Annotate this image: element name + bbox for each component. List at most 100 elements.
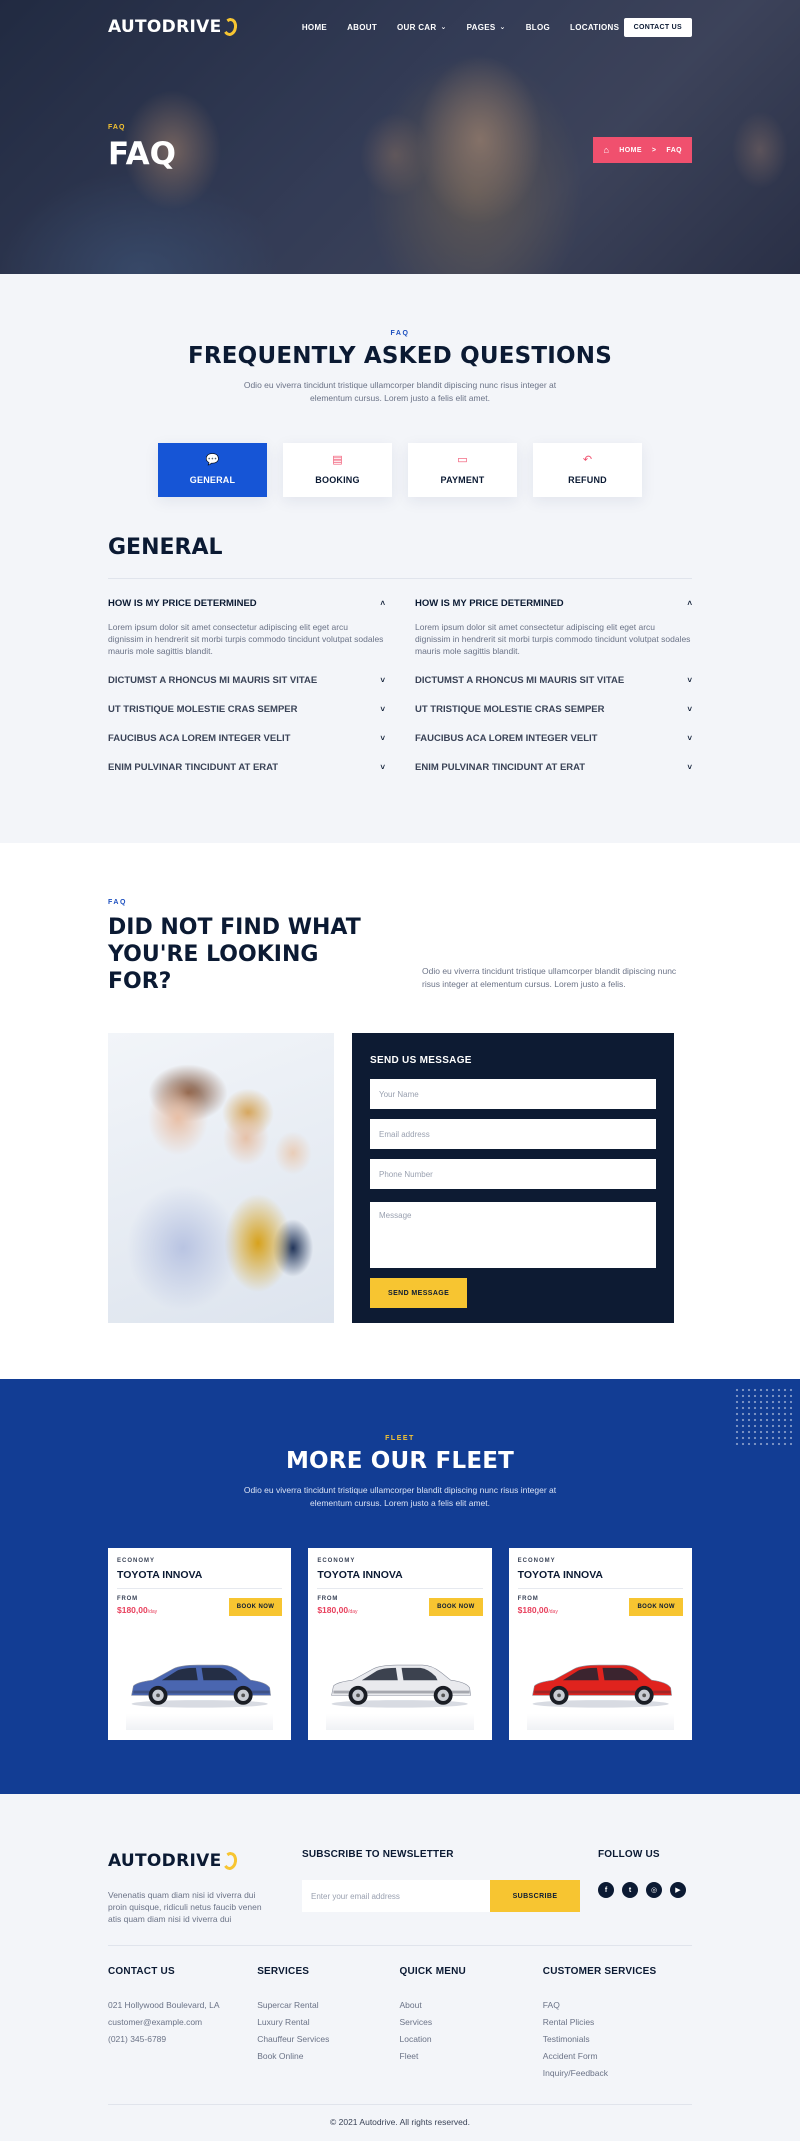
tab-payment[interactable]: ▭ PAYMENT	[408, 443, 517, 497]
message-field[interactable]	[370, 1202, 656, 1268]
footer-link[interactable]: Luxury Rental	[257, 2017, 309, 2027]
footer-column-quick-menu: QUICK MENU About Services Location Fleet	[400, 1966, 543, 2082]
nav-item-locations[interactable]: LOCATIONS	[570, 23, 619, 32]
faq-question[interactable]: FAUCIBUS ACA LOREM INTEGER VELIT ˅	[108, 732, 385, 744]
faq-question[interactable]: ENIM PULVINAR TINCIDUNT AT ERAT ˅	[108, 761, 385, 773]
book-now-button[interactable]: BOOK NOW	[228, 1598, 283, 1616]
subscribe-button[interactable]: SUBSCRIBE	[490, 1880, 580, 1912]
faq-question-text: HOW IS MY PRICE DETERMINED	[108, 597, 257, 609]
footer-link[interactable]: Supercar Rental	[257, 2000, 318, 2010]
contact-description: Odio eu viverra tincidunt tristique ulla…	[422, 966, 677, 989]
price-from-label: FROM	[117, 1596, 138, 1602]
footer-link-item: Testimonials	[543, 2031, 692, 2048]
footer-link-item: Services	[400, 2014, 543, 2031]
copyright: © 2021 Autodrive. All rights reserved.	[108, 2104, 692, 2141]
footer-link[interactable]: Book Online	[257, 2051, 303, 2061]
footer-link-item: FAQ	[543, 1997, 692, 2014]
breadcrumb: ⌂ HOME > FAQ	[593, 137, 692, 163]
tab-refund[interactable]: ↶ REFUND	[533, 443, 642, 497]
faq-question-open[interactable]: HOW IS MY PRICE DETERMINED ˄	[415, 597, 692, 609]
faq-column: HOW IS MY PRICE DETERMINED ˄ Lorem ipsum d…	[415, 597, 692, 773]
document-icon: ▤	[332, 454, 343, 466]
price-row: FROM $180,00/day BOOK NOW	[317, 1596, 483, 1616]
footer-link-item: Book Online	[257, 2048, 399, 2065]
footer-link[interactable]: Rental Plicies	[543, 2017, 595, 2027]
footer-link[interactable]: Location	[400, 2034, 432, 2044]
phone-field[interactable]	[370, 1159, 656, 1189]
car-price: $180,00/day	[317, 1605, 357, 1615]
faq-eyebrow: FAQ	[390, 330, 410, 337]
footer-link[interactable]: Testimonials	[543, 2034, 590, 2044]
car-reflection	[526, 1714, 674, 1730]
footer-link[interactable]: Services	[400, 2017, 433, 2027]
faq-question-text: FAUCIBUS ACA LOREM INTEGER VELIT	[415, 732, 598, 744]
tab-general[interactable]: 💬 GENERAL	[158, 443, 267, 497]
nav-item-about[interactable]: ABOUT	[347, 23, 377, 32]
faq-question[interactable]: DICTUMST A RHONCUS MI MAURIS SIT VITAE ˅	[415, 674, 692, 686]
footer-columns: CONTACT US 021 Hollywood Boulevard, LA cus…	[108, 1966, 692, 2082]
tab-booking[interactable]: ▤ BOOKING	[283, 443, 392, 497]
footer-link-item: Supercar Rental	[257, 1997, 399, 2014]
chevron-down-icon: ˅	[380, 704, 385, 714]
footer-link[interactable]: About	[400, 2000, 422, 2010]
nav-item-blog[interactable]: BLOG	[526, 23, 550, 32]
faq-question[interactable]: DICTUMST A RHONCUS MI MAURIS SIT VITAE ˅	[108, 674, 385, 686]
footer-link[interactable]: Chauffeur Services	[257, 2034, 329, 2044]
chevron-down-icon: ⌄	[440, 24, 447, 31]
breadcrumb-home-link[interactable]: HOME	[619, 147, 642, 154]
faq-column: HOW IS MY PRICE DETERMINED ˄ Lorem ipsum d…	[108, 597, 385, 773]
facebook-icon[interactable]: f	[598, 1882, 614, 1898]
book-now-button[interactable]: BOOK NOW	[429, 1598, 483, 1616]
hero-banner: AUTODRIVE HOME ABOUT OUR CAR ⌄ PAGES ⌄ BLOG LOC…	[0, 0, 800, 274]
price-from-label: FROM	[517, 1596, 539, 1602]
footer-logo[interactable]: AUTODRIVE	[108, 1850, 302, 1872]
footer-link[interactable]: Inquiry/Feedback	[543, 2068, 608, 2078]
footer-link[interactable]: FAQ	[543, 2000, 560, 2010]
contact-us-button[interactable]: CONTACT US	[623, 17, 692, 37]
faq-answer: Lorem ipsum dolor sit amet consectetur a…	[415, 622, 691, 656]
email-field[interactable]	[370, 1119, 656, 1149]
contact-section: FAQ DID NOT FIND WHAT YOU'RE LOOKING FOR…	[0, 843, 800, 1379]
book-now-button[interactable]: BOOK NOW	[629, 1598, 683, 1616]
price-value: $180,00	[117, 1605, 148, 1615]
footer-column-title: SERVICES	[257, 1966, 310, 1977]
nav-item-home[interactable]: HOME	[302, 23, 327, 32]
footer-brand-name: AUTODRIVE	[108, 1851, 222, 1871]
chevron-down-icon: ˅	[687, 704, 692, 714]
price-value: $180,00	[517, 1605, 549, 1615]
footer-link[interactable]: Fleet	[400, 2051, 419, 2061]
youtube-icon[interactable]: ▶	[670, 1882, 686, 1898]
fleet-description: Odio eu viverra tincidunt tristique ulla…	[243, 1485, 557, 1508]
faq-question-open[interactable]: HOW IS MY PRICE DETERMINED ˄	[108, 597, 385, 609]
name-field[interactable]	[370, 1079, 656, 1109]
car-reflection	[126, 1714, 274, 1730]
car-name: TOYOTA INNOVA	[517, 1569, 683, 1589]
footer-column-title: QUICK MENU	[399, 1966, 466, 1977]
nav-item-our-car[interactable]: OUR CAR ⌄	[397, 23, 447, 32]
faq-question[interactable]: ENIM PULVINAR TINCIDUNT AT ERAT ˅	[415, 761, 692, 773]
footer-link[interactable]: (021) 345-6789	[108, 2034, 166, 2044]
logo-arc-icon	[222, 16, 239, 38]
faq-question-text: ENIM PULVINAR TINCIDUNT AT ERAT	[108, 761, 279, 773]
instagram-icon[interactable]: ◎	[646, 1882, 662, 1898]
main-menu: HOME ABOUT OUR CAR ⌄ PAGES ⌄ BLOG LOCATIONS	[302, 23, 619, 32]
footer-link-item: Location	[400, 2031, 543, 2048]
chevron-down-icon: ⌄	[499, 24, 506, 31]
fleet-card: ECONOMY TOYOTA INNOVA FROM $180,00/day BOOK …	[108, 1548, 292, 1740]
faq-question[interactable]: UT TRISTIQUE MOLESTIE CRAS SEMPER ˅	[415, 703, 692, 715]
card-icon: ▭	[457, 454, 468, 466]
nav-item-pages[interactable]: PAGES ⌄	[467, 23, 506, 32]
footer-link[interactable]: 021 Hollywood Boulevard, LA	[108, 2000, 220, 2010]
faq-question[interactable]: UT TRISTIQUE MOLESTIE CRAS SEMPER ˅	[108, 703, 385, 715]
breadcrumb-current: FAQ	[666, 146, 682, 154]
twitter-icon[interactable]: t	[622, 1882, 638, 1898]
footer-link[interactable]: customer@example.com	[108, 2017, 202, 2027]
contact-eyebrow: FAQ	[108, 899, 127, 906]
newsletter-email-input[interactable]	[302, 1880, 490, 1912]
chevron-down-icon: ˅	[380, 762, 385, 772]
footer-link[interactable]: Accident Form	[543, 2051, 598, 2061]
faq-question[interactable]: FAUCIBUS ACA LOREM INTEGER VELIT ˅	[415, 732, 692, 744]
brand-logo[interactable]: AUTODRIVE	[108, 16, 239, 38]
send-message-button[interactable]: SEND MESSAGE	[370, 1278, 468, 1308]
breadcrumb-separator: >	[651, 146, 657, 154]
